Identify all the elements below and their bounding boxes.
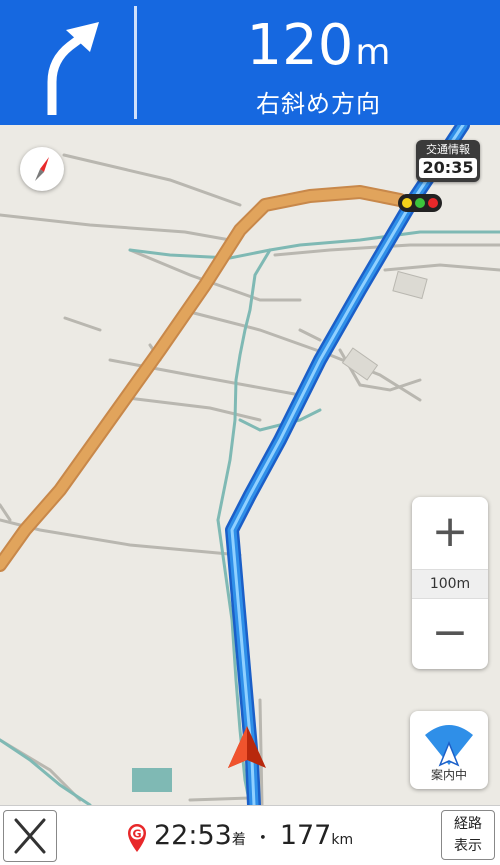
turn-indicator xyxy=(0,0,134,125)
zoom-control: + 100m − xyxy=(412,497,488,669)
arrival-suffix: 着 xyxy=(231,832,246,848)
remaining-distance: 177 xyxy=(279,820,332,851)
traffic-info-badge[interactable]: 交通情報 20:35 xyxy=(416,140,480,182)
close-button[interactable] xyxy=(3,810,57,862)
maneuver-direction: 右斜め方向 xyxy=(256,90,381,118)
maneuver-distance: 120m xyxy=(137,16,500,83)
navigation-screen: 120m 右斜め方向 交通情報 20:35 + 100m − 案内中 G 22:… xyxy=(0,0,500,865)
distance-unit: m xyxy=(355,32,391,73)
goal-pin-icon: G xyxy=(128,823,146,852)
map-canvas xyxy=(0,125,500,805)
guidance-mode-button[interactable]: 案内中 xyxy=(410,711,488,789)
traffic-info-label: 交通情報 xyxy=(426,143,470,156)
bottom-bar: G 22:53着・ 177km 経路 表示 xyxy=(0,805,500,865)
separator: ・ xyxy=(253,828,272,849)
arrival-summary: G 22:53着・ 177km xyxy=(124,816,353,856)
arrival-time: 22:53 xyxy=(154,820,232,851)
guidance-mode-label: 案内中 xyxy=(430,768,467,782)
traffic-signal-icon xyxy=(398,194,442,212)
distance-value: 120 xyxy=(246,13,354,78)
signal-yellow-light xyxy=(402,198,412,208)
route-display-button[interactable]: 経路 表示 xyxy=(441,810,495,860)
arrow-bear-right-icon xyxy=(47,22,99,115)
goal-letter: G xyxy=(132,827,141,840)
map-view[interactable] xyxy=(0,125,500,805)
traffic-info-time: 20:35 xyxy=(419,158,477,178)
map-scale: 100m xyxy=(412,569,488,599)
compass-icon xyxy=(35,157,49,181)
route-display-label-line1: 経路 xyxy=(454,816,482,832)
maneuver-info: 120m 右斜め方向 xyxy=(137,16,500,119)
guidance-fan-icon xyxy=(425,725,473,767)
remaining-distance-unit: km xyxy=(331,832,354,848)
zoom-in-button[interactable]: + xyxy=(412,497,488,567)
turn-guidance-header: 120m 右斜め方向 xyxy=(0,0,500,125)
signal-green-light xyxy=(415,198,425,208)
signal-red-light xyxy=(428,198,438,208)
compass-button[interactable] xyxy=(20,147,64,191)
route-display-label-line2: 表示 xyxy=(454,838,482,854)
close-icon xyxy=(14,818,46,854)
zoom-out-button[interactable]: − xyxy=(412,598,488,668)
